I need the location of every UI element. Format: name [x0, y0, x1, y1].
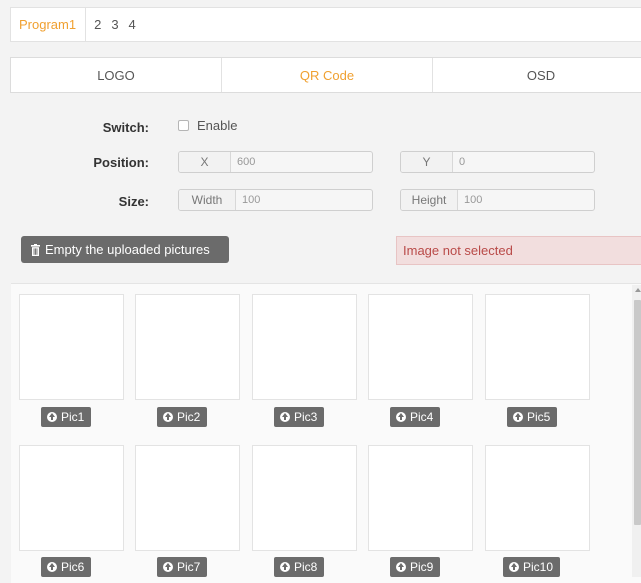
width-input[interactable]: 100	[236, 190, 260, 210]
tab-program3[interactable]: 3	[106, 8, 123, 41]
height-addon: Height	[401, 190, 458, 210]
tab-osd[interactable]: OSD	[433, 58, 641, 92]
height-input[interactable]: 100	[458, 190, 482, 210]
tab-qr-code[interactable]: QR Code	[222, 58, 433, 92]
pic3-label: Pic3	[294, 410, 318, 424]
image-not-selected-alert: Image not selected	[396, 236, 641, 265]
pic3-upload-button[interactable]: Pic3	[274, 407, 325, 427]
program-tabs: Program1 2 3 4	[10, 7, 641, 42]
pic9-upload-button[interactable]: Pic9	[390, 557, 441, 577]
pic7-label: Pic7	[177, 560, 201, 574]
pic2-label: Pic2	[177, 410, 201, 424]
scrollbar-thumb[interactable]	[634, 300, 641, 525]
upload-icon	[280, 412, 290, 422]
upload-icon	[163, 412, 173, 422]
position-label: Position:	[93, 155, 149, 170]
tab-program1[interactable]: Program1	[11, 8, 87, 41]
upload-icon	[163, 562, 173, 572]
function-tabs: LOGO QR Code OSD	[10, 57, 641, 93]
pic5-label: Pic5	[527, 410, 551, 424]
width-addon: Width	[179, 190, 236, 210]
pic8-slot[interactable]	[252, 445, 357, 551]
pic1-label: Pic1	[61, 410, 85, 424]
x-addon: X	[179, 152, 231, 172]
size-label: Size:	[118, 194, 149, 209]
pic8-upload-button[interactable]: Pic8	[274, 557, 325, 577]
pic10-slot[interactable]	[485, 445, 590, 551]
pic10-label: Pic10	[523, 560, 554, 574]
trash-icon	[31, 243, 40, 256]
pic9-label: Pic9	[410, 560, 434, 574]
pic8-label: Pic8	[294, 560, 318, 574]
upload-icon	[396, 412, 406, 422]
tab-program2[interactable]: 2	[89, 8, 106, 41]
pic4-label: Pic4	[410, 410, 434, 424]
enable-checkbox-row[interactable]: Enable	[178, 118, 237, 133]
empty-button-label: Empty the uploaded pictures	[45, 242, 210, 257]
pic9-slot[interactable]	[368, 445, 473, 551]
height-input-group: Height 100	[400, 189, 595, 211]
empty-uploaded-pictures-button[interactable]: Empty the uploaded pictures	[21, 236, 229, 263]
pic6-label: Pic6	[61, 560, 85, 574]
enable-label: Enable	[197, 118, 238, 133]
scroll-up-arrow-icon[interactable]	[635, 288, 641, 292]
width-input-group: Width 100	[178, 189, 373, 211]
x-input[interactable]: 600	[231, 152, 255, 172]
pic5-slot[interactable]	[485, 294, 590, 400]
upload-icon	[509, 562, 519, 572]
pic5-upload-button[interactable]: Pic5	[507, 407, 558, 427]
pic10-upload-button[interactable]: Pic10	[503, 557, 561, 577]
y-addon: Y	[401, 152, 453, 172]
pic4-slot[interactable]	[368, 294, 473, 400]
upload-icon	[513, 412, 523, 422]
upload-icon	[396, 562, 406, 572]
pic6-slot[interactable]	[19, 445, 124, 551]
y-input[interactable]: 0	[453, 152, 465, 172]
enable-checkbox[interactable]	[178, 120, 189, 131]
pic3-slot[interactable]	[252, 294, 357, 400]
tab-logo[interactable]: LOGO	[11, 58, 222, 92]
tab-program4[interactable]: 4	[124, 8, 141, 41]
pic6-upload-button[interactable]: Pic6	[41, 557, 92, 577]
pic1-upload-button[interactable]: Pic1	[41, 407, 92, 427]
pic2-slot[interactable]	[135, 294, 240, 400]
x-input-group: X 600	[178, 151, 373, 173]
switch-label: Switch:	[102, 120, 149, 135]
pic7-upload-button[interactable]: Pic7	[157, 557, 208, 577]
pic1-slot[interactable]	[19, 294, 124, 400]
upload-icon	[47, 412, 57, 422]
upload-icon	[280, 562, 290, 572]
y-input-group: Y 0	[400, 151, 595, 173]
pic4-upload-button[interactable]: Pic4	[390, 407, 441, 427]
pic2-upload-button[interactable]: Pic2	[157, 407, 208, 427]
pic7-slot[interactable]	[135, 445, 240, 551]
upload-icon	[47, 562, 57, 572]
